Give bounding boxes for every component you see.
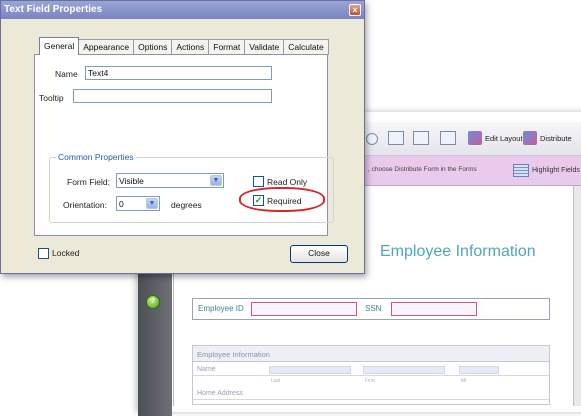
tab-calculate[interactable]: Calculate (283, 39, 329, 55)
distribute-button[interactable]: Distribute (523, 129, 572, 147)
edit-layout-icon (468, 131, 482, 145)
edit-layout-button[interactable]: Edit Layout (468, 129, 523, 147)
form-field-value: Visible (119, 176, 144, 186)
vertical-scrollbar[interactable] (573, 186, 581, 406)
help-icon[interactable]: ? (146, 295, 160, 309)
ssn-label: SSN (365, 304, 382, 313)
name-row-label: Name (197, 366, 216, 373)
orientation-label: Orientation: (63, 200, 107, 210)
home-address-row: Home Address (193, 388, 549, 400)
locked-checkbox[interactable] (38, 248, 49, 259)
tab-validate[interactable]: Validate (244, 39, 285, 55)
chevron-down-icon[interactable]: ▼ (146, 198, 158, 209)
locked-label: Locked (52, 248, 80, 258)
name-field[interactable]: Text4 (85, 66, 272, 80)
mi-field[interactable] (459, 366, 499, 374)
close-button[interactable]: Close (290, 245, 348, 263)
tab-actions[interactable]: Actions (171, 39, 210, 55)
property-tabs: General Appearance Options Actions Forma… (39, 37, 329, 55)
degrees-label: degrees (171, 200, 202, 210)
text-field-tool-icon[interactable] (388, 131, 404, 145)
last-sublabel: Last (271, 378, 281, 384)
read-only-label: Read Only (267, 177, 308, 187)
read-only-checkbox[interactable] (253, 176, 264, 187)
highlight-annotation (239, 187, 325, 212)
page-title: Employee Information (380, 243, 536, 260)
mi-sublabel: MI (461, 378, 467, 384)
tab-appearance[interactable]: Appearance (78, 39, 135, 55)
highlight-fields-label: Highlight Fields (532, 166, 580, 174)
name-row: Name (193, 364, 549, 376)
distribute-icon (523, 131, 537, 145)
text-field-properties-dialog: Text Field Properties × General Appearan… (0, 0, 365, 274)
home-address-label: Home Address (197, 390, 243, 397)
dialog-title: Text Field Properties (4, 4, 103, 15)
employee-id-row: Employee ID SSN (192, 298, 550, 320)
chevron-down-icon[interactable]: ▼ (210, 175, 222, 186)
tab-general[interactable]: General (39, 37, 80, 55)
close-icon[interactable]: × (349, 4, 361, 16)
first-sublabel: First (365, 378, 375, 384)
form-field-select[interactable]: Visible ▼ (116, 173, 224, 188)
orientation-select[interactable]: 0 ▼ (116, 196, 160, 211)
table-tool-icon[interactable] (440, 131, 456, 145)
last-name-field[interactable] (269, 366, 351, 374)
highlight-fields-button[interactable]: Highlight Fields (513, 161, 580, 179)
employee-id-label: Employee ID (198, 304, 244, 313)
ssn-field[interactable] (391, 302, 477, 316)
dialog-titlebar[interactable]: Text Field Properties (1, 1, 364, 19)
tooltip-field[interactable] (73, 89, 272, 103)
section-title: Employee Information (193, 346, 549, 362)
circle-tool-icon[interactable] (366, 133, 378, 145)
common-properties-title: Common Properties (56, 152, 136, 162)
orientation-value: 0 (119, 199, 124, 209)
distribute-label: Distribute (540, 133, 572, 143)
name-label: Name (55, 69, 78, 79)
first-name-field[interactable] (363, 366, 445, 374)
tab-format[interactable]: Format (208, 39, 246, 55)
highlight-fields-icon (513, 163, 529, 177)
employee-id-field[interactable] (251, 302, 357, 316)
tab-options[interactable]: Options (133, 39, 173, 55)
tooltip-label: Tooltip (39, 93, 64, 103)
form-field-label: Form Field: (67, 177, 110, 187)
forms-message: , choose Distribute Form in the Forms (368, 166, 477, 173)
list-box-tool-icon[interactable] (413, 131, 429, 145)
employee-info-section: Employee Information Name Last First MI … (192, 345, 550, 405)
edit-layout-label: Edit Layout (485, 133, 523, 143)
